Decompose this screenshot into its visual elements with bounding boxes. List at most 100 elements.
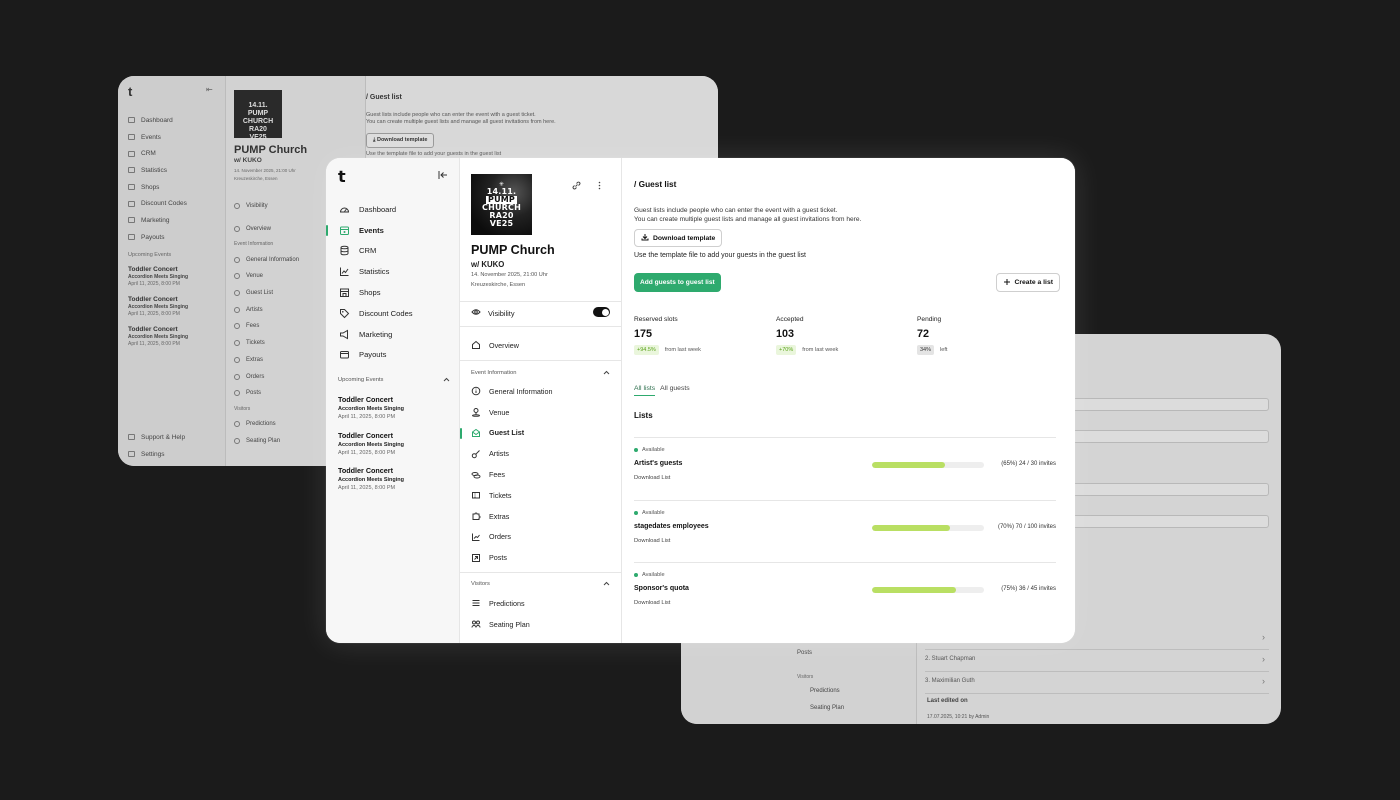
location-icon xyxy=(471,407,481,417)
bg-footer: Support & Help Settings xyxy=(128,429,185,462)
seats-icon xyxy=(471,619,481,629)
nav-events[interactable]: Events xyxy=(326,220,460,241)
event-nav-seating-plan[interactable]: Seating Plan xyxy=(460,614,622,635)
event-nav-predictions[interactable]: Predictions xyxy=(460,593,622,614)
bg-sidebar: t ⇤ Dashboard Events CRM Statistics Shop… xyxy=(118,76,226,466)
bg-event-artwork: 14.11. PUMP CHURCH RA20 VE25 xyxy=(234,90,282,141)
mail-icon xyxy=(471,428,481,438)
event-place: Kreuzeskirche, Essen xyxy=(471,282,526,288)
visibility-row: Visibility xyxy=(471,307,610,318)
status-badge: Available xyxy=(634,447,665,453)
upcoming-event-subtitle: Accordion Meets Singing xyxy=(338,441,405,448)
list-item[interactable]: Available Artist's guests Download List … xyxy=(634,437,1056,500)
divider xyxy=(460,360,622,361)
nav-payouts[interactable]: Payouts xyxy=(326,345,460,366)
bg-collapse-icon: ⇤ xyxy=(206,85,213,94)
download-list-link[interactable]: Download List xyxy=(634,538,670,544)
visitors-nav: Predictions Seating Plan xyxy=(460,593,622,635)
list-progress-text: (70%) 70 / 100 invites xyxy=(997,524,1056,530)
create-list-button[interactable]: Create a list xyxy=(996,273,1060,292)
divider xyxy=(460,301,622,302)
lists-heading: Lists xyxy=(634,411,653,420)
event-nav-extras[interactable]: Extras xyxy=(460,506,622,527)
status-badge: Available xyxy=(634,510,665,516)
bg-event-sub: w/ KUKO xyxy=(234,157,262,164)
upcoming-event-subtitle: Accordion Meets Singing xyxy=(338,477,405,483)
bg-nav-item: Shops xyxy=(128,179,187,196)
upcoming-event-title: Toddler Concert xyxy=(338,466,393,475)
upcoming-event-item[interactable]: Toddler Concert Accordion Meets Singing … xyxy=(338,466,450,491)
app-logo[interactable]: t xyxy=(338,167,346,186)
event-nav-general-information[interactable]: General Information xyxy=(460,381,622,402)
list-item[interactable]: Available stagedates employees Download … xyxy=(634,500,1056,563)
download-template-button[interactable]: Download template xyxy=(634,229,723,247)
event-nav-orders[interactable]: Orders xyxy=(460,527,622,548)
add-guests-button[interactable]: Add guests to guest list xyxy=(634,273,721,292)
visitors-heading: Visitors xyxy=(471,581,490,587)
link-icon[interactable] xyxy=(572,177,581,195)
plus-icon xyxy=(1003,278,1011,288)
event-info-header[interactable]: Event Information xyxy=(471,370,610,377)
divider xyxy=(460,572,622,573)
status-dot-icon xyxy=(634,573,638,577)
download-list-link[interactable]: Download List xyxy=(634,475,670,481)
visibility-toggle[interactable] xyxy=(593,307,610,317)
template-hint: Use the template file to add your guests… xyxy=(634,252,806,259)
event-nav-overview-item[interactable]: Overview xyxy=(460,335,622,356)
event-nav-artists[interactable]: Artists xyxy=(460,443,622,464)
chart-icon xyxy=(339,266,350,277)
bg-event-nav: Visibility Overview Event Information Ge… xyxy=(234,203,300,444)
bg-nav-item: Payouts xyxy=(128,229,187,246)
collapse-sidebar-icon[interactable] xyxy=(437,168,449,180)
event-subtitle: w/ KUKO xyxy=(471,260,505,269)
stat-badge: +94.5% xyxy=(634,345,659,355)
download-list-link[interactable]: Download List xyxy=(634,600,670,606)
chevron-up-icon xyxy=(603,581,610,588)
nav-crm[interactable]: CRM xyxy=(326,241,460,262)
event-nav-fees[interactable]: Fees xyxy=(460,464,622,485)
visitors-header[interactable]: Visitors xyxy=(471,581,610,588)
event-artwork: ✳ 14.11. PUMP CHURCH RA20 VE25 xyxy=(471,174,532,235)
chevron-up-icon xyxy=(603,370,610,377)
event-nav-posts[interactable]: Posts xyxy=(460,547,622,568)
list-progress-bar xyxy=(872,525,984,531)
nav-shops[interactable]: Shops xyxy=(326,282,460,303)
dashboard-icon xyxy=(339,204,350,215)
tab-all-lists[interactable]: All lists xyxy=(634,385,656,396)
nav-dashboard[interactable]: Dashboard xyxy=(326,199,460,220)
upcoming-events-header[interactable]: Upcoming Events xyxy=(338,377,450,384)
list-item[interactable]: Available Sponsor's quota Download List … xyxy=(634,562,1056,625)
bg-nav-item: Statistics xyxy=(128,162,187,179)
home-icon xyxy=(471,340,481,350)
guitar-icon xyxy=(471,449,481,459)
nav-statistics[interactable]: Statistics xyxy=(326,261,460,282)
list-progress-text: (75%) 36 / 45 invites xyxy=(1001,586,1056,592)
wallet-icon xyxy=(339,349,350,360)
chevron-up-icon xyxy=(443,377,450,384)
tab-all-guests[interactable]: All guests xyxy=(660,385,689,396)
stat-value: 175 xyxy=(634,328,653,340)
download-icon xyxy=(641,233,649,243)
upcoming-event-item[interactable]: Toddler Concert Accordion Meets Singing … xyxy=(338,395,450,420)
upcoming-event-item[interactable]: Toddler Concert Accordion Meets Singing … xyxy=(338,431,450,456)
event-info-heading: Event Information xyxy=(471,370,517,376)
event-nav-tickets[interactable]: Tickets xyxy=(460,485,622,506)
more-vertical-icon[interactable] xyxy=(597,177,602,195)
list-progress-bar xyxy=(872,462,984,468)
coins-icon xyxy=(471,470,481,480)
upcoming-event-date: April 11, 2025, 8:00 PM xyxy=(338,485,396,491)
stat-value: 103 xyxy=(776,328,795,340)
main-window: t Dashboard Events CRM Statistics Shops … xyxy=(326,158,1075,643)
list-progress-text: (65%) 24 / 30 invites xyxy=(1001,461,1056,467)
shop-icon xyxy=(339,287,350,298)
divider xyxy=(460,326,622,327)
upcoming-event-title: Toddler Concert xyxy=(338,430,393,440)
nav-marketing[interactable]: Marketing xyxy=(326,324,460,345)
nav-discount-codes[interactable]: Discount Codes xyxy=(326,303,460,324)
bg-nav-item: Dashboard xyxy=(128,112,187,129)
event-nav-venue[interactable]: Venue xyxy=(460,402,622,423)
event-nav-guest-list[interactable]: Guest List xyxy=(460,423,622,444)
bg-nav-item: Discount Codes xyxy=(128,195,187,212)
stat-pending: Pending 72 34% left xyxy=(917,316,947,355)
info-icon xyxy=(471,386,481,396)
